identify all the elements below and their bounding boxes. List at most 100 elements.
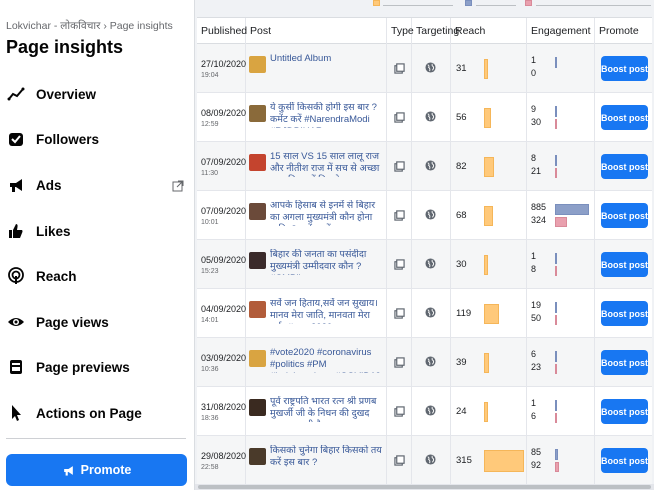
reactions-bar (555, 204, 589, 215)
post-link[interactable]: #vote2020 #coronavirus #politics #PM #he… (270, 347, 382, 373)
cell-engagement: 885 324 (527, 191, 595, 240)
cell-promote: Boost post (595, 240, 652, 289)
table-row[interactable]: 08/09/2020 12:59 ये कुर्सी किसकी होगी इस… (197, 93, 652, 142)
boost-post-button[interactable]: Boost post (601, 154, 648, 179)
header-engagement[interactable]: Engagement (527, 18, 595, 44)
cell-post[interactable]: बिहार की जनता का पसंदीदा मुख्यमंत्री उम्… (246, 240, 387, 289)
cell-post[interactable]: ये कुर्सी किसकी होगी इस बार ? कमेंट करें… (246, 93, 387, 142)
sidebar-item-label: Actions on Page (36, 405, 142, 421)
cell-promote: Boost post (595, 338, 652, 387)
globe-icon (425, 307, 436, 318)
published-time: 19:04 (201, 72, 219, 79)
comments-bar (555, 462, 559, 472)
table-row[interactable]: 27/10/2020 19:04 Untitled Album 31 1 0 B… (197, 44, 652, 93)
table-row[interactable]: 07/09/2020 10:01 आपके हिसाब से इनमें से … (197, 191, 652, 240)
cell-reach: 119 (451, 289, 527, 338)
cell-published: 31/08/2020 18:36 (197, 387, 246, 436)
cell-post[interactable]: #vote2020 #coronavirus #politics #PM #he… (246, 338, 387, 387)
post-link[interactable]: Untitled Album (270, 53, 382, 65)
sidebar-item-label: Followers (36, 131, 100, 147)
comments-bar (555, 119, 557, 129)
table-row[interactable]: 04/09/2020 14:01 सर्वे जन हिताय,सर्वे जन… (197, 289, 652, 338)
boost-post-button[interactable]: Boost post (601, 252, 648, 277)
sidebar-item-ads[interactable]: Ads (4, 167, 190, 203)
table-row[interactable]: 05/09/2020 15:23 बिहार की जनता का पसंदीद… (197, 240, 652, 289)
sidebar-item-overview[interactable]: Overview (4, 76, 190, 112)
published-time: 10:36 (201, 366, 219, 373)
post-thumbnail[interactable] (249, 203, 266, 220)
table-row[interactable]: 31/08/2020 18:36 पूर्व राष्ट्रपति भारत र… (197, 387, 652, 436)
breadcrumb[interactable]: Lokvichar - लोकविचार › Page insights (6, 19, 173, 33)
boost-post-button[interactable]: Boost post (601, 399, 648, 424)
sidebar-item-followers[interactable]: Followers (4, 121, 190, 157)
post-thumbnail[interactable] (249, 154, 266, 171)
cell-engagement: 1 6 (527, 387, 595, 436)
table-row[interactable]: 03/09/2020 10:36 #vote2020 #coronavirus … (197, 338, 652, 387)
post-link[interactable]: 15 साल VS 15 साल लालू राज और नीतीश राज म… (270, 151, 382, 177)
globe-icon (425, 160, 436, 171)
promote-button[interactable]: Promote (6, 454, 187, 486)
sidebar-item-reach[interactable]: Reach (4, 258, 190, 294)
cell-post[interactable]: आपके हिसाब से इनमें से बिहार का अगला मुख… (246, 191, 387, 240)
sidebar-item-likes[interactable]: Likes (4, 213, 190, 249)
album-type-icon (394, 63, 405, 74)
cell-post[interactable]: सर्वे जन हिताय,सर्वे जन सुखाय। मानव मेरा… (246, 289, 387, 338)
table-row[interactable]: 07/09/2020 11:30 15 साल VS 15 साल लालू र… (197, 142, 652, 191)
comments-value: 0 (531, 68, 537, 78)
post-thumbnail[interactable] (249, 301, 266, 318)
post-link[interactable]: आपके हिसाब से इनमें से बिहार का अगला मुख… (270, 200, 382, 226)
post-thumbnail[interactable] (249, 252, 266, 269)
post-thumbnail[interactable] (249, 105, 266, 122)
reactions-value: 19 (531, 300, 542, 310)
legend-swatch-reactions (465, 0, 472, 6)
post-link[interactable]: ये कुर्सी किसकी होगी इस बार ? कमेंट करें… (270, 102, 382, 128)
post-link[interactable]: सर्वे जन हिताय,सर्वे जन सुखाय। मानव मेरा… (270, 298, 382, 324)
boost-post-button[interactable]: Boost post (601, 203, 648, 228)
post-link[interactable]: पूर्व राष्ट्रपति भारत रत्न श्री प्रणब मु… (270, 396, 382, 422)
header-type[interactable]: Type (387, 18, 414, 44)
cell-promote: Boost post (595, 93, 652, 142)
header-published[interactable]: Published (197, 18, 247, 44)
cell-type (387, 142, 412, 191)
post-thumbnail[interactable] (249, 56, 266, 73)
boost-post-button[interactable]: Boost post (601, 56, 648, 81)
header-reach[interactable]: Reach (451, 18, 527, 44)
cell-post[interactable]: 15 साल VS 15 साल लालू राज और नीतीश राज म… (246, 142, 387, 191)
comments-value: 92 (531, 460, 542, 470)
table-row[interactable]: 29/08/2020 22:58 किसको चुनेगा बिहार किसक… (197, 436, 652, 485)
cell-engagement: 9 30 (527, 93, 595, 142)
promote-label: Promote (80, 463, 132, 477)
reactions-value: 1 (531, 55, 537, 65)
post-thumbnail[interactable] (249, 399, 266, 416)
legend-swatch-comments (525, 0, 532, 6)
legend-label-reactions (476, 0, 516, 6)
header-promote[interactable]: Promote (595, 18, 652, 44)
sidebar-divider (6, 438, 186, 439)
sidebar-item-page-previews[interactable]: Page previews (4, 349, 190, 385)
scrollbar-thumb[interactable] (198, 485, 651, 489)
sidebar-item-label: Page previews (36, 359, 130, 375)
boost-post-button[interactable]: Boost post (601, 105, 648, 130)
post-link[interactable]: किसको चुनेगा बिहार किसको तय करें इस बार … (270, 445, 382, 469)
cell-targeting (412, 93, 451, 142)
reactions-value: 6 (531, 349, 537, 359)
cell-targeting (412, 436, 451, 485)
album-type-icon (394, 406, 405, 417)
header-targeting[interactable]: Targeting (412, 18, 459, 44)
horizontal-scrollbar[interactable] (195, 484, 654, 490)
cell-post[interactable]: पूर्व राष्ट्रपति भारत रत्न श्री प्रणब मु… (246, 387, 387, 436)
post-thumbnail[interactable] (249, 350, 266, 367)
cell-post[interactable]: Untitled Album (246, 44, 387, 93)
header-post[interactable]: Post (246, 18, 387, 44)
sidebar-item-page-views[interactable]: Page views (4, 304, 190, 340)
chart-legend-strip (195, 0, 654, 8)
cell-post[interactable]: किसको चुनेगा बिहार किसको तय करें इस बार … (246, 436, 387, 485)
reach-bar (484, 353, 489, 373)
post-thumbnail[interactable] (249, 448, 266, 465)
sidebar-item-actions-on-page[interactable]: Actions on Page (4, 395, 190, 431)
boost-post-button[interactable]: Boost post (601, 350, 648, 375)
boost-post-button[interactable]: Boost post (601, 301, 648, 326)
post-link[interactable]: बिहार की जनता का पसंदीदा मुख्यमंत्री उम्… (270, 249, 382, 275)
external-link-icon[interactable] (172, 179, 184, 192)
boost-post-button[interactable]: Boost post (601, 448, 648, 473)
